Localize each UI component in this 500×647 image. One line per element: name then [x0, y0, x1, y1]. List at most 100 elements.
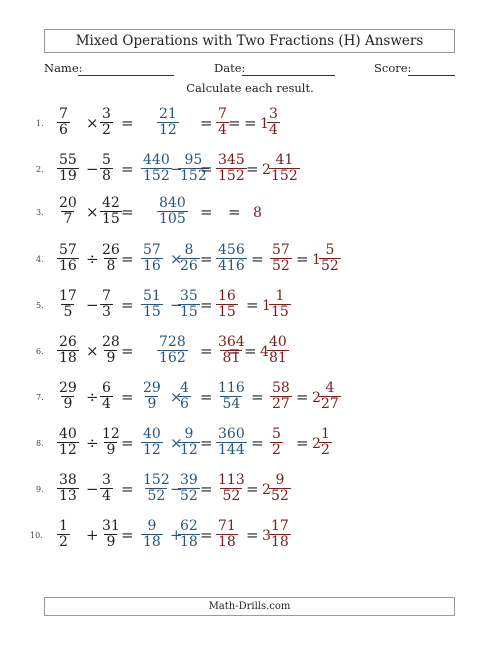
denominator: 6: [57, 122, 70, 138]
equals-sign: =: [200, 296, 213, 314]
numerator: 345: [218, 152, 245, 168]
numerator: 40: [269, 334, 287, 350]
denominator: 6: [178, 396, 191, 412]
denominator: 5: [61, 304, 75, 320]
problem-row: 4. 57 16 ÷ 26 8 = 57 16 × 8 26 = 456 416 = 57 52 = 1 5 52: [0, 243, 500, 283]
denominator: 152: [269, 168, 300, 184]
fraction-a: 17 5: [57, 289, 79, 320]
numerator: 40: [59, 426, 77, 442]
step2-fraction: 840 105: [157, 196, 188, 227]
denominator: 18: [141, 534, 163, 550]
numerator: 4: [325, 380, 335, 396]
denominator: 13: [57, 488, 79, 504]
numerator: 113: [218, 472, 245, 488]
equals-sign: =: [251, 388, 264, 406]
equals-sign: =: [121, 250, 134, 268]
score-label: Score:: [374, 61, 412, 75]
problem-row: 3. 20 7 × 42 15 = = 840 105 = 8: [0, 196, 500, 236]
denominator: 15: [100, 211, 122, 227]
problem-row: 8. 40 12 ÷ 12 9 = 40 12 × 9 12 = 360 144 = 5 2 = 2 1 2: [0, 427, 500, 467]
fraction-b: 64: [100, 381, 113, 412]
denominator: 8: [100, 168, 113, 184]
step1-fraction-a: 29 9: [141, 381, 163, 412]
problem-row: 2. 55 19−5 8 = 440 152−95 152 = 345 152 = 2 41 152: [0, 153, 500, 193]
operator: −: [86, 296, 99, 314]
equals-sign: =: [200, 434, 213, 452]
whole-answer: 8: [253, 205, 262, 221]
equals-sign: =: [121, 526, 134, 544]
step1-fraction-a: 51 15: [141, 289, 163, 320]
equals-sign: =: [121, 296, 134, 314]
equals-sign: =: [200, 250, 213, 268]
fraction-b: 28 9: [100, 335, 122, 366]
operator: ×: [86, 114, 99, 132]
numerator: 9: [184, 426, 194, 442]
numerator: 42: [102, 195, 120, 211]
denominator: 9: [145, 396, 159, 412]
step2-fraction: 728 162: [157, 335, 188, 366]
simplified-fraction: 58 27: [270, 381, 292, 412]
numerator: 39: [180, 472, 198, 488]
numerator: 71: [218, 518, 236, 534]
numerator: 40: [143, 426, 161, 442]
denominator: 26: [178, 258, 200, 274]
step2-fraction: 21 12: [157, 107, 179, 138]
denominator: 15: [141, 304, 163, 320]
numerator: 116: [218, 380, 245, 396]
denominator: 16: [141, 258, 163, 274]
simplified-fraction: 16 15: [216, 289, 238, 320]
equals-sign: =: [200, 160, 213, 178]
denominator: 52: [178, 488, 200, 504]
denominator: 12: [157, 122, 179, 138]
numerator: 41: [275, 152, 294, 168]
numerator: 57: [59, 242, 77, 258]
numerator: 9: [275, 472, 285, 488]
numerator: 5: [272, 426, 281, 442]
numerator: 6: [102, 380, 111, 396]
problem-number: 6.: [36, 347, 44, 356]
problem-row: 6. 26 18 × 28 9 = = 728 162 = 364 81 = 4 40 81: [0, 335, 500, 375]
equals-sign: =: [121, 480, 134, 498]
problem-number: 10.: [30, 531, 43, 540]
simplified-fraction: 364 81: [216, 335, 247, 366]
problem-row: 1. 7 6 × 3 2 = = 21 12 = 7 4 = 1 3 4: [0, 107, 500, 147]
numerator: 35: [180, 288, 198, 304]
numerator: 26: [59, 334, 77, 350]
operator: ÷: [86, 434, 99, 452]
step1-fraction-a: 40 12: [141, 427, 163, 458]
denominator: 9: [104, 442, 118, 458]
simplified-fraction: 71 18: [216, 519, 238, 550]
denominator: 27: [270, 396, 292, 412]
numerator: 55: [59, 152, 77, 168]
step1-fraction-a: 440 152: [141, 153, 172, 184]
fraction-a: 29 9: [57, 381, 79, 412]
numerator: 3: [269, 106, 278, 122]
fraction-b: 32: [100, 107, 113, 138]
score-line: [408, 75, 455, 76]
numerator: 7: [218, 106, 227, 122]
denominator: 12: [178, 442, 200, 458]
equals-sign: =: [246, 160, 259, 178]
fraction-a: 38 13: [57, 473, 79, 504]
operator: −: [86, 160, 99, 178]
fraction-b: 58: [100, 153, 113, 184]
step1-fraction-b: 62 18: [178, 519, 200, 550]
numerator: 16: [218, 288, 236, 304]
numerator: 58: [272, 380, 290, 396]
denominator: 144: [216, 442, 247, 458]
fraction-a: 26 18: [57, 335, 79, 366]
fraction-a: 20 7: [57, 196, 79, 227]
numerator: 840: [159, 195, 186, 211]
denominator: 152: [216, 168, 247, 184]
problem-row: 5. 17 5−7 3 = 51 15−35 15 = 16 15 = 1 1 15: [0, 289, 500, 329]
simplified-fraction: 113 52: [216, 473, 247, 504]
name-label: Name:: [44, 61, 83, 75]
mixed-fraction: 5 52: [319, 243, 341, 274]
operator: ÷: [86, 250, 99, 268]
numerator: 20: [59, 195, 77, 211]
numerator: 57: [143, 242, 161, 258]
fraction-b: 34: [100, 473, 113, 504]
numerator: 51: [143, 288, 161, 304]
step1-fraction-b: 9 12: [178, 427, 200, 458]
numerator: 1: [321, 426, 330, 442]
